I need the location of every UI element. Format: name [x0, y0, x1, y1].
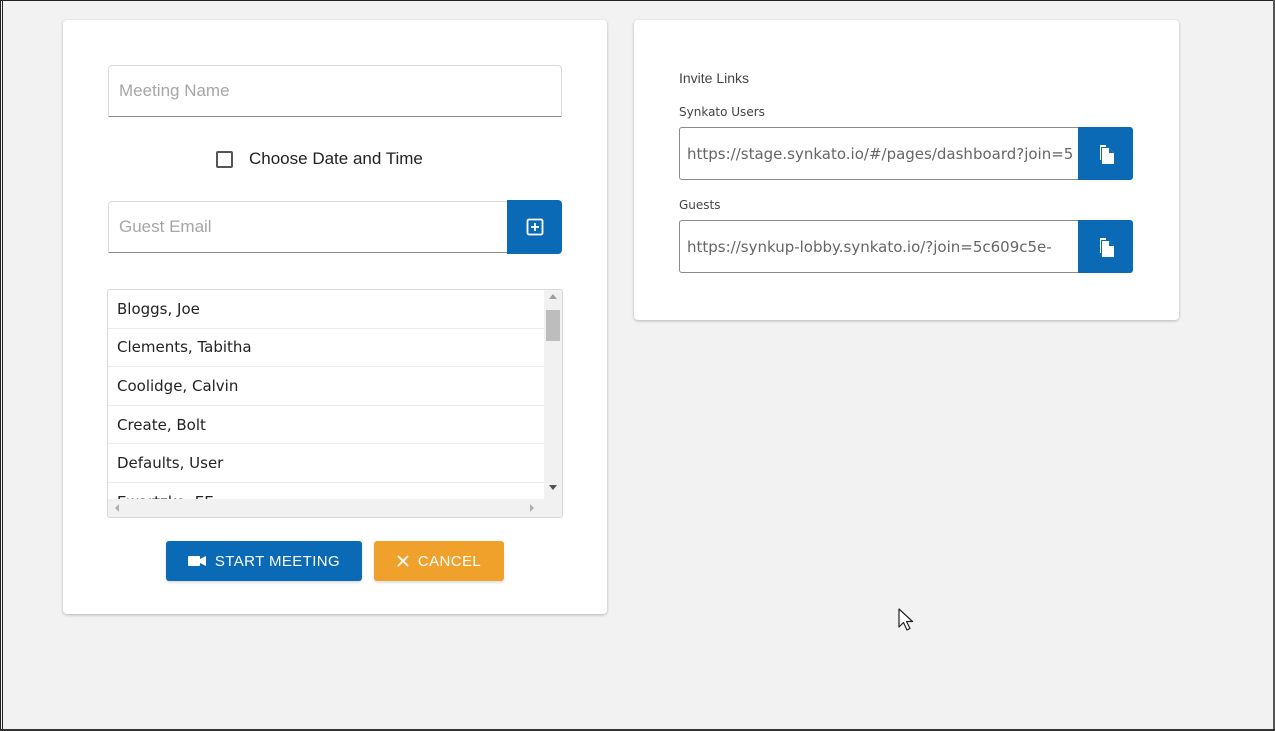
list-item[interactable]: Coolidge, Calvin — [108, 367, 544, 406]
list-item[interactable]: Clements, Tabitha — [108, 329, 544, 368]
start-meeting-label: START MEETING — [214, 552, 341, 570]
synkato-users-label: Synkato Users — [679, 105, 765, 119]
scroll-down-arrow-icon[interactable] — [549, 485, 557, 490]
scroll-up-arrow-icon[interactable] — [549, 294, 557, 299]
scroll-right-arrow-icon[interactable] — [530, 504, 534, 512]
guest-email-field[interactable] — [108, 201, 508, 253]
window-border-left-inner — [2, 0, 3, 731]
scroll-left-arrow-icon[interactable] — [115, 504, 119, 512]
meeting-name-field[interactable] — [108, 65, 562, 117]
close-icon — [397, 555, 409, 567]
window-border-top — [0, 0, 1275, 1]
cancel-label: CANCEL — [417, 552, 482, 570]
list-item[interactable]: Ewartzke, EE — [108, 483, 544, 499]
horizontal-scrollbar[interactable] — [108, 499, 562, 517]
synkato-users-link-input[interactable] — [680, 128, 1079, 179]
window-border-left — [0, 0, 1, 731]
meeting-name-input[interactable] — [109, 66, 561, 116]
invite-links-card: Invite Links Synkato Users Guests — [634, 20, 1179, 320]
add-guest-button[interactable] — [507, 200, 562, 254]
choose-date-time-checkbox-row[interactable]: Choose Date and Time — [216, 147, 423, 171]
list-item[interactable]: Create, Bolt — [108, 406, 544, 445]
guests-link-input[interactable] — [680, 221, 1079, 272]
mouse-cursor-icon — [898, 608, 914, 631]
vertical-scrollbar-thumb[interactable] — [546, 310, 560, 341]
cancel-button[interactable]: CANCEL — [374, 541, 504, 581]
choose-date-time-label: Choose Date and Time — [249, 149, 423, 168]
copy-icon — [1099, 144, 1114, 164]
plus-box-icon — [526, 218, 543, 236]
user-list-items: Bloggs, Joe Clements, Tabitha Coolidge, … — [108, 290, 544, 499]
guests-label: Guests — [679, 198, 721, 212]
video-camera-icon — [187, 556, 206, 566]
copy-users-link-button[interactable] — [1078, 127, 1133, 180]
meeting-form-card: Choose Date and Time Bloggs, Joe Clement… — [63, 20, 607, 614]
list-item[interactable]: Defaults, User — [108, 444, 544, 483]
choose-date-time-checkbox[interactable] — [216, 150, 233, 168]
vertical-scrollbar[interactable] — [544, 290, 562, 499]
invite-links-title: Invite Links — [679, 70, 750, 86]
start-meeting-button[interactable]: START MEETING — [166, 541, 362, 581]
list-item[interactable]: Bloggs, Joe — [108, 290, 544, 329]
synkato-users-link-field[interactable] — [679, 127, 1079, 180]
guest-email-input[interactable] — [109, 202, 507, 252]
user-list[interactable]: Bloggs, Joe Clements, Tabitha Coolidge, … — [107, 289, 563, 518]
copy-guests-link-button[interactable] — [1078, 220, 1133, 273]
guests-link-field[interactable] — [679, 220, 1079, 273]
copy-icon — [1099, 237, 1114, 257]
